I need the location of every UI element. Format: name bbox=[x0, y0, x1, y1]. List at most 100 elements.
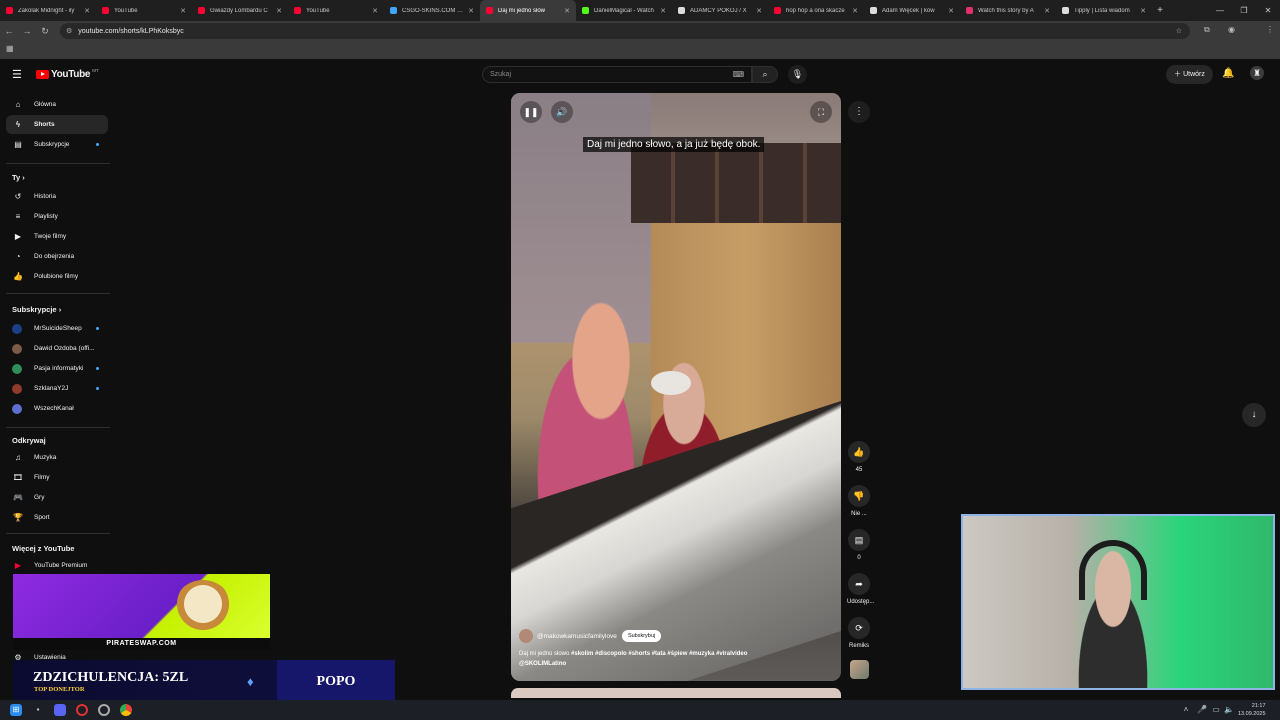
pause-icon[interactable]: ❚❚ bbox=[520, 101, 542, 123]
address-bar[interactable]: ⚙ youtube.com/shorts/kLPhKoksbyc ☆ bbox=[60, 23, 1190, 39]
create-button[interactable]: ＋ Utwórz bbox=[1166, 65, 1213, 84]
fullscreen-icon[interactable]: ⛶ bbox=[810, 101, 832, 123]
sidebar-item-pasja-informatyki[interactable]: Pasja informatyki bbox=[6, 359, 108, 378]
voice-search-button[interactable]: 🎙 bbox=[788, 65, 807, 84]
sound-thumbnail[interactable] bbox=[850, 660, 869, 679]
video-description[interactable]: Daj mi jedno słowo #skolim #discopolo #s… bbox=[519, 649, 759, 669]
sidebar-item-filmy[interactable]: 🎞 Filmy bbox=[6, 468, 108, 487]
sidebar-item-polubione-filmy[interactable]: 👍 Polubione filmy bbox=[6, 267, 108, 286]
steam-icon[interactable] bbox=[98, 704, 110, 716]
channel-name[interactable]: @makowkamusicfamilylove bbox=[537, 633, 617, 640]
sidebar-item-wszechkanał[interactable]: WszechKanał bbox=[6, 399, 108, 418]
sidebar-section-heading[interactable]: Ty › bbox=[12, 173, 25, 182]
close-tab-icon[interactable]: ✕ bbox=[756, 7, 762, 15]
next-short-arrow-icon[interactable]: ↓ bbox=[1242, 403, 1266, 427]
sidebar-item-mrsuicidesheep[interactable]: MrSuicideSheep bbox=[6, 319, 108, 338]
new-tab-icon[interactable]: + bbox=[1152, 5, 1168, 16]
sidebar-item-gry[interactable]: 🎮 Gry bbox=[6, 488, 108, 507]
more-options-icon[interactable]: ⋮ bbox=[848, 101, 870, 123]
gamepad-icon: 🎮 bbox=[13, 493, 23, 502]
close-tab-icon[interactable]: ✕ bbox=[564, 7, 570, 15]
search-button[interactable]: ⌕ bbox=[752, 66, 778, 83]
browser-tab[interactable]: Daj mi jedno słow ✕ bbox=[480, 0, 576, 21]
browser-tab[interactable]: CSGO-SKINS.COM - N ✕ bbox=[384, 0, 480, 21]
browser-tab[interactable]: YouTube ✕ bbox=[96, 0, 192, 21]
close-tab-icon[interactable]: ✕ bbox=[468, 7, 474, 15]
restore-icon[interactable]: ❐ bbox=[1232, 0, 1256, 21]
close-tab-icon[interactable]: ✕ bbox=[1140, 7, 1146, 15]
back-icon[interactable]: ← bbox=[0, 26, 18, 36]
browser-tab[interactable]: Watch this story by A ✕ bbox=[960, 0, 1056, 21]
comments-button[interactable]: ▤ 0 bbox=[847, 529, 871, 561]
dislike-button[interactable]: 👎 Nie ... bbox=[847, 485, 871, 517]
tray-mic-icon[interactable]: 🎤 bbox=[1196, 704, 1208, 716]
tab-favicon-icon bbox=[774, 7, 781, 14]
taskbar-clock[interactable]: 21:17 13.09.2025 bbox=[1238, 702, 1266, 718]
taskbar-app-icon[interactable]: ▪ bbox=[32, 704, 44, 716]
hamburger-menu-icon[interactable]: ☰ bbox=[12, 68, 22, 81]
browser-tab[interactable]: hop hop a ona skacze ✕ bbox=[768, 0, 864, 21]
chrome-icon[interactable] bbox=[120, 704, 132, 716]
remix-button[interactable]: ⟳ Remiks bbox=[847, 617, 871, 649]
tray-chevron-icon[interactable]: ˄ bbox=[1180, 704, 1192, 716]
chevron-right-icon: › bbox=[56, 305, 62, 314]
minimize-icon[interactable]: — bbox=[1208, 0, 1232, 21]
video-icon: ▶ bbox=[14, 232, 22, 241]
opera-icon[interactable] bbox=[76, 704, 88, 716]
browser-tab[interactable]: YouTube ✕ bbox=[288, 0, 384, 21]
sidebar-item-historia[interactable]: ↺ Historia bbox=[6, 187, 108, 206]
sidebar-item-do-obejrzenia[interactable]: ◔ Do obejrzenia bbox=[6, 247, 108, 266]
sidebar-item-playlisty[interactable]: ≡ Playlisty bbox=[6, 207, 108, 226]
like-button[interactable]: 👍 45 bbox=[847, 441, 871, 473]
account-avatar[interactable]: ♜ bbox=[1250, 66, 1264, 80]
sidebar-item-sport[interactable]: 🏆 Sport bbox=[6, 508, 108, 527]
bookmark-star-icon[interactable]: ☆ bbox=[1176, 27, 1182, 35]
channel-avatar[interactable] bbox=[519, 629, 533, 643]
close-tab-icon[interactable]: ✕ bbox=[852, 7, 858, 15]
reload-icon[interactable]: ↻ bbox=[36, 26, 54, 37]
search-input[interactable]: Szukaj ⌨ bbox=[482, 66, 752, 83]
browser-tab[interactable]: Tipply | Lista wiadom ✕ bbox=[1056, 0, 1152, 21]
subscribe-button[interactable]: Subskrybuj bbox=[621, 630, 662, 642]
notifications-bell-icon[interactable]: 🔔 bbox=[1222, 68, 1234, 79]
discord-icon[interactable] bbox=[54, 704, 66, 716]
speaker-icon[interactable]: 🔈 bbox=[1223, 704, 1235, 716]
share-button[interactable]: ➦ Udostęp... bbox=[847, 573, 874, 605]
sidebar-item-shorts[interactable]: ϟ Shorts bbox=[6, 115, 108, 134]
browser-tab[interactable]: Adam Więcek | ków ✕ bbox=[864, 0, 960, 21]
browser-menu-icon[interactable]: ⋮ bbox=[1266, 25, 1274, 34]
close-tab-icon[interactable]: ✕ bbox=[1044, 7, 1050, 15]
close-tab-icon[interactable]: ✕ bbox=[84, 7, 90, 15]
sidebar-section-heading[interactable]: Subskrypcje › bbox=[12, 305, 61, 314]
sidebar-item-twoje-filmy[interactable]: ▶ Twoje filmy bbox=[6, 227, 108, 246]
network-icon[interactable]: ▭ bbox=[1210, 704, 1222, 716]
close-tab-icon[interactable]: ✕ bbox=[948, 7, 954, 15]
sidebar-item-dawid-ozdoba-offi[interactable]: Dawid Ozdoba (offi... bbox=[6, 339, 108, 358]
sidebar-item-subskrypcje[interactable]: ▤ Subskrypcje bbox=[6, 135, 108, 154]
browser-tab[interactable]: Zakolak Midnight - ily ✕ bbox=[0, 0, 96, 21]
profile-icon[interactable]: ◉ bbox=[1228, 25, 1235, 34]
keyboard-icon[interactable]: ⌨ bbox=[732, 67, 744, 82]
windows-start-icon[interactable]: ⊞ bbox=[10, 704, 22, 716]
browser-tab[interactable]: ADAMCY POKOJ / X ✕ bbox=[672, 0, 768, 21]
site-info-icon[interactable]: ⚙ bbox=[66, 27, 72, 35]
next-short-preview[interactable] bbox=[511, 688, 841, 698]
browser-tab[interactable]: Gwiazdy Lombardu C ✕ bbox=[192, 0, 288, 21]
browser-tab-strip: Zakolak Midnight - ily ✕ YouTube ✕ Gwiazdy L… bbox=[0, 0, 1280, 21]
short-video-player[interactable]: ❚❚ 🔊 ⛶ Daj mi jedno słowo, a ja już będę… bbox=[511, 93, 841, 681]
volume-icon[interactable]: 🔊 bbox=[551, 101, 573, 123]
sidebar-item-szklanay2j[interactable]: SzklanaY2J bbox=[6, 379, 108, 398]
close-tab-icon[interactable]: ✕ bbox=[276, 7, 282, 15]
extensions-icon[interactable]: ⧉ bbox=[1204, 25, 1210, 35]
sidebar-item-główna[interactable]: ⌂ Główna bbox=[6, 95, 108, 114]
close-tab-icon[interactable]: ✕ bbox=[660, 7, 666, 15]
close-window-icon[interactable]: ✕ bbox=[1256, 0, 1280, 21]
sidebar-item-youtube-premium[interactable]: ▶ YouTube Premium bbox=[6, 556, 108, 575]
close-tab-icon[interactable]: ✕ bbox=[180, 7, 186, 15]
apps-grid-icon[interactable]: ▦ bbox=[6, 44, 14, 53]
forward-icon[interactable]: → bbox=[18, 26, 36, 36]
youtube-logo[interactable]: YouTube MT bbox=[36, 68, 99, 80]
browser-tab[interactable]: DanielMagical - Watch ✕ bbox=[576, 0, 672, 21]
close-tab-icon[interactable]: ✕ bbox=[372, 7, 378, 15]
sidebar-item-muzyka[interactable]: ♫ Muzyka bbox=[6, 448, 108, 467]
